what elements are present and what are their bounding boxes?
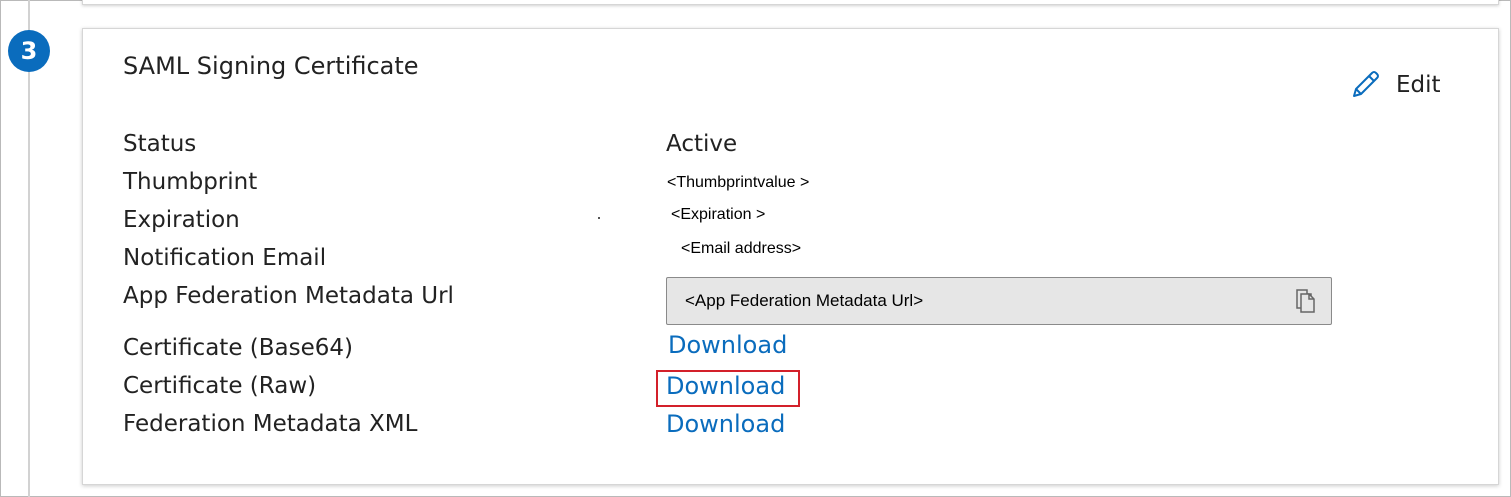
edit-label: Edit	[1396, 72, 1441, 98]
copy-icon[interactable]	[1293, 288, 1317, 314]
thumbprint-value: <Thumbprintvalue >	[667, 174, 810, 191]
previous-card-edge	[82, 0, 1499, 5]
metadata-url-label: App Federation Metadata Url	[123, 283, 454, 309]
notification-email-label: Notification Email	[123, 245, 327, 271]
edit-button[interactable]: Edit	[1348, 68, 1441, 102]
status-label: Status	[123, 131, 197, 157]
pencil-icon	[1353, 71, 1379, 97]
status-value: Active	[666, 131, 738, 157]
thumbprint-label: Thumbprint	[123, 169, 258, 195]
expiration-label: Expiration	[123, 207, 240, 233]
metadata-url-value: <App Federation Metadata Url>	[685, 291, 924, 310]
notification-email-value: <Email address>	[681, 240, 802, 257]
highlight-box	[656, 370, 800, 407]
download-fed-xml-link[interactable]: Download	[666, 410, 785, 438]
cert-base64-label: Certificate (Base64)	[123, 335, 353, 361]
cert-raw-label: Certificate (Raw)	[123, 373, 317, 399]
section-title: SAML Signing Certificate	[123, 52, 419, 80]
fed-xml-label: Federation Metadata XML	[123, 411, 418, 437]
expiration-value: <Expiration >	[671, 206, 766, 223]
step-rail	[28, 0, 30, 497]
download-cert-base64-link[interactable]: Download	[668, 331, 787, 359]
stray-dot	[598, 217, 600, 219]
step-number-badge: 3	[8, 30, 50, 72]
metadata-url-field[interactable]: <App Federation Metadata Url>	[666, 277, 1332, 325]
